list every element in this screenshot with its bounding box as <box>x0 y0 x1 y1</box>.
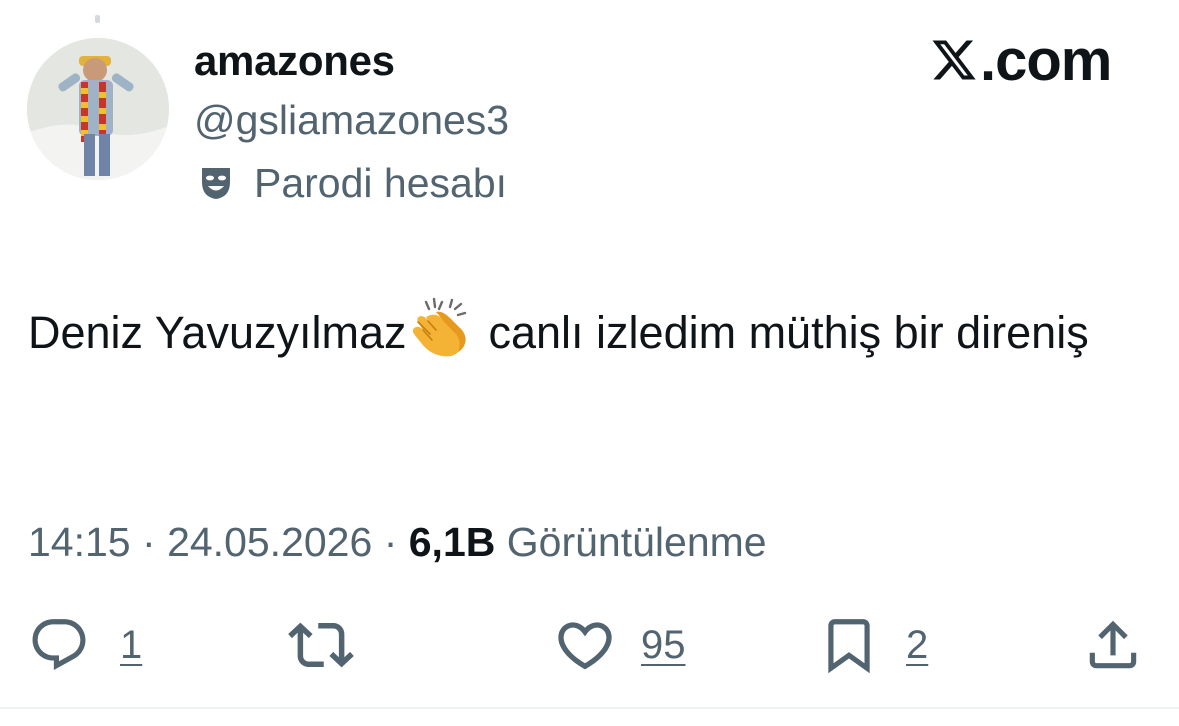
tweet-text-part-2: canlı izledim müthiş bir direniş <box>488 307 1089 358</box>
like-count: 95 <box>641 622 686 667</box>
parody-label: Parodi hesabı <box>198 160 507 206</box>
meta-separator: · <box>383 519 398 565</box>
reply-button[interactable]: 1 <box>28 610 142 680</box>
profile-photo <box>27 38 169 180</box>
bottom-divider <box>0 707 1179 709</box>
bookmark-button[interactable]: 2 <box>818 610 928 680</box>
clapping-hands-icon <box>406 296 470 380</box>
tweet-meta: 14:15 · 24.05.2026 · 6,1B Görüntülenme <box>28 518 767 566</box>
reply-icon <box>32 619 86 671</box>
tweet-text-part-1: Deniz Yavuzyılmaz <box>28 307 407 358</box>
tweet-text: Deniz Yavuzyılmaz canlı izledim müthiş b… <box>28 296 1153 380</box>
theater-mask-icon <box>202 168 230 199</box>
reply-count: 1 <box>120 622 143 667</box>
retweet-button[interactable] <box>288 610 354 680</box>
avatar[interactable] <box>27 38 169 180</box>
meta-separator: · <box>142 519 156 565</box>
brand-watermark: .com <box>930 28 1112 93</box>
retweet-icon <box>288 622 354 668</box>
like-button[interactable]: 95 <box>553 610 686 680</box>
views-label: Görüntülenme <box>506 519 767 565</box>
top-indicator <box>95 15 100 23</box>
share-button[interactable] <box>1082 610 1144 680</box>
bookmark-count: 2 <box>906 622 929 667</box>
author-handle[interactable]: @gsliamazones3 <box>194 97 509 143</box>
share-icon <box>1089 620 1137 669</box>
views-count[interactable]: 6,1B <box>409 519 496 565</box>
bookmark-icon <box>828 619 870 674</box>
author-display-name[interactable]: amazones <box>194 38 395 84</box>
tweet-time[interactable]: 14:15 <box>28 519 131 565</box>
heart-icon <box>558 622 612 670</box>
x-logo-icon <box>932 40 976 80</box>
parody-label-text: Parodi hesabı <box>254 160 508 206</box>
tweet-date[interactable]: 24.05.2026 <box>167 519 372 565</box>
tweet-actions: 1 95 2 <box>0 610 1179 680</box>
brand-suffix: .com <box>980 27 1112 93</box>
